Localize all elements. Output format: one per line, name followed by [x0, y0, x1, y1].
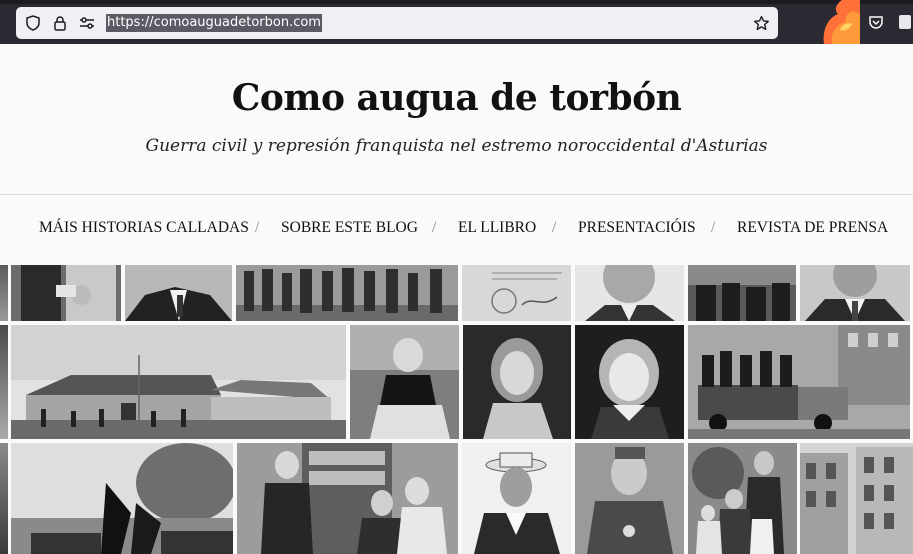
woman-portrait[interactable] [463, 325, 571, 439]
permissions-icon[interactable] [78, 14, 96, 32]
url-text[interactable]: https://comoauguadetorbon.com [106, 14, 322, 32]
site-title[interactable]: Como augua de torbón [0, 77, 913, 119]
girl-portrait[interactable] [575, 325, 684, 439]
nav-item-el-llibro[interactable]: EL LLIBRO [458, 219, 536, 237]
nav-item-sobre-blog[interactable]: SOBRE ESTE BLOG [281, 219, 418, 237]
family-group[interactable] [688, 443, 797, 554]
man-portrait[interactable] [125, 265, 232, 321]
woman-seated-rocks[interactable] [350, 325, 459, 439]
nav-separator: / [552, 219, 557, 236]
village-farmhouse[interactable] [11, 325, 346, 439]
men-in-office[interactable] [237, 443, 458, 554]
man-in-suit[interactable] [800, 265, 910, 321]
bookmark-star-icon[interactable] [752, 14, 770, 32]
photo-edge[interactable] [0, 265, 8, 321]
photo-edge[interactable] [0, 325, 8, 439]
nav-separator: / [255, 219, 260, 236]
nav-separator: / [432, 219, 437, 236]
document-with-stamp[interactable] [462, 265, 571, 321]
firefox-logo-icon [820, 0, 860, 44]
tab-strip-edge [0, 0, 913, 4]
nav-item-revista-prensa[interactable]: REVISTA DE PRENSA [737, 219, 888, 237]
nav-item-presentaciois[interactable]: PRESENTACIÓIS [578, 219, 696, 237]
lock-icon[interactable] [51, 14, 69, 32]
primary-nav: MÁIS HISTORIAS CALLADAS / SOBRE ESTE BLO… [0, 219, 913, 243]
man-with-hat[interactable] [462, 443, 571, 554]
nav-separator: / [711, 219, 716, 236]
app-menu-icon[interactable] [897, 12, 911, 32]
pocket-icon[interactable] [866, 12, 886, 32]
site-page: Como augua de torbón Guerra civil y repr… [0, 44, 913, 554]
town-street[interactable] [800, 443, 913, 554]
soldiers-on-truck[interactable] [688, 325, 910, 439]
shield-icon[interactable] [24, 14, 42, 32]
photo-mosaic [0, 265, 913, 554]
marching-soldiers[interactable] [236, 265, 458, 321]
address-bar[interactable]: https://comoauguadetorbon.com [16, 7, 778, 39]
young-man-portrait[interactable] [575, 265, 684, 321]
crowd-with-flags[interactable] [11, 443, 233, 554]
couple-photo[interactable] [11, 265, 121, 321]
seated-group[interactable] [688, 265, 796, 321]
header-divider [0, 194, 913, 195]
browser-toolbar: https://comoauguadetorbon.com [0, 0, 913, 44]
soldier-portrait[interactable] [575, 443, 684, 554]
nav-item-mais-historias[interactable]: MÁIS HISTORIAS CALLADAS [39, 219, 249, 237]
photo-edge[interactable] [0, 443, 8, 554]
site-tagline: Guerra civil y represión franquista nel … [145, 136, 768, 156]
